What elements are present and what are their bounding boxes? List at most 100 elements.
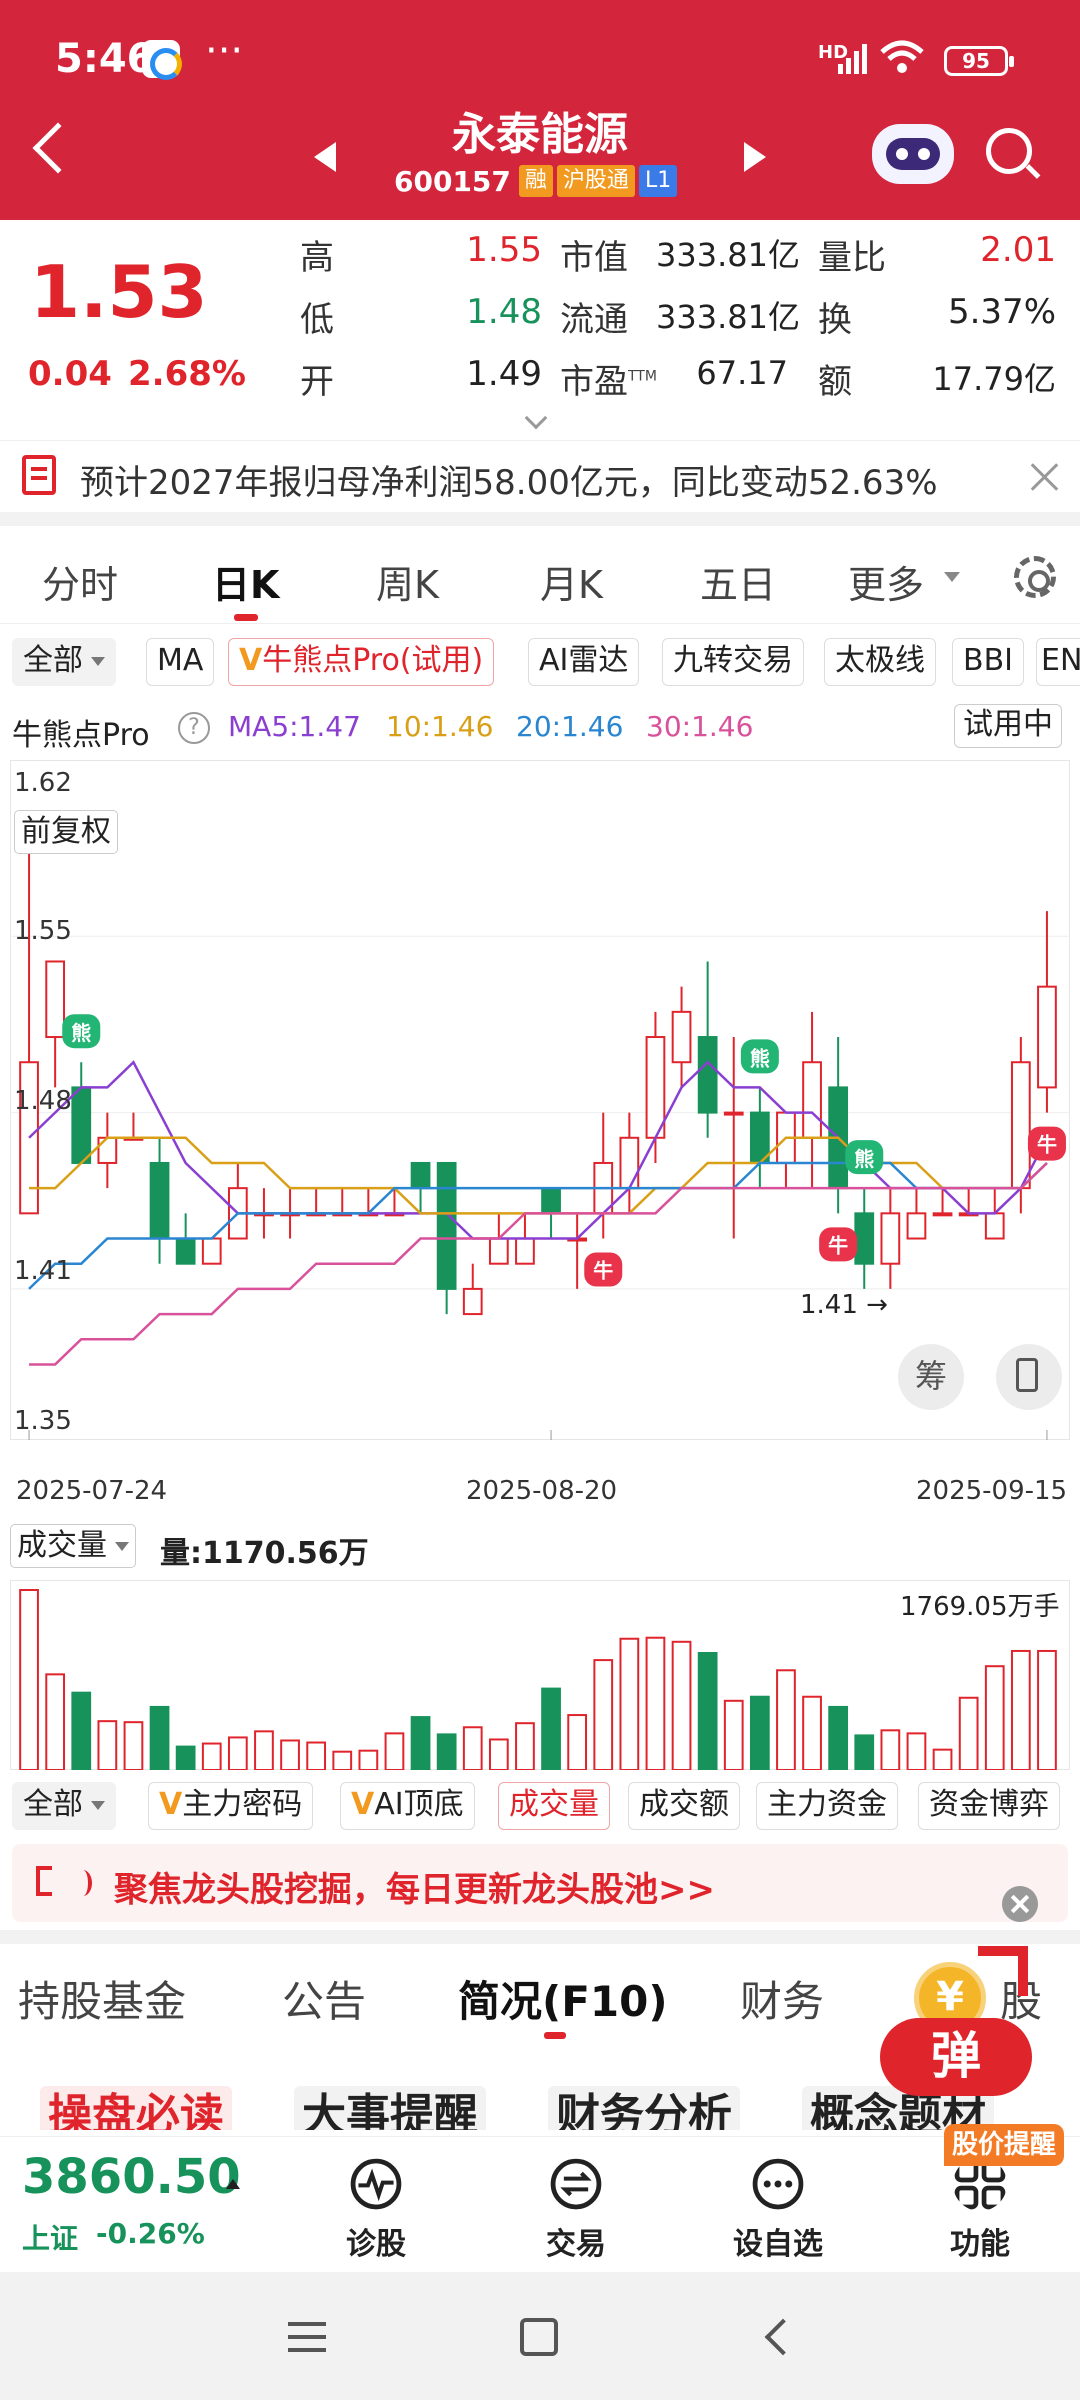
chip-volume[interactable]: 成交量 [498,1782,610,1830]
nav-label: 交易 [546,2227,606,2262]
expand-quote-icon[interactable] [524,406,548,430]
nav-watchlist[interactable]: 设自选 [718,2157,838,2263]
chip-main-code[interactable]: V主力密码 [148,1782,314,1830]
tab-finance[interactable]: 财务 [740,1968,824,2029]
robot-assistant-icon[interactable] [872,124,954,184]
v-mark-icon: V [159,1787,183,1822]
ma10-value: 10:1.46 [386,710,494,743]
next-stock-icon[interactable] [744,142,766,172]
volume-bar [71,1691,92,1770]
index-change: -0.26% [96,2217,205,2250]
adjust-mode-button[interactable]: 前复权 [14,810,118,854]
candle-body [1037,985,1057,1089]
volume-bar [958,1696,979,1770]
indicator-name: 牛熊点Pro [12,718,150,753]
nav-diagnose[interactable]: 诊股 [316,2157,436,2263]
ma10-line [29,1136,1048,1215]
ma5-value: MA5:1.47 [228,710,361,743]
candle-body [697,1036,718,1114]
mktcap-label: 市值 [560,238,628,278]
level-tag: L1 [638,165,678,197]
candlestick-chart[interactable]: 熊熊熊牛牛牛 [10,760,1070,1440]
close-icon[interactable] [1002,1886,1038,1922]
active-tab-indicator [544,2032,566,2039]
volume-bar [854,1734,875,1770]
chip-taiji[interactable]: 太极线 [824,638,936,686]
chip-fund-game[interactable]: 资金博弈 [918,1782,1060,1830]
chip-ai-top-bottom[interactable]: VAI顶底 [340,1782,475,1830]
nav-trade[interactable]: 交易 [516,2157,636,2263]
chip-en[interactable]: EN [1036,638,1080,686]
volume-bar [280,1739,300,1770]
promo-banner[interactable]: 聚焦龙头股挖掘，每日更新龙头股池>> [12,1844,1068,1922]
chip-main-funds[interactable]: 主力资金 [756,1782,898,1830]
wifi-icon [880,40,924,73]
forecast-notice[interactable]: 预计2027年报归母净利润58.00亿元，同比变动52.63% [0,440,1080,510]
signal-icon [838,44,867,74]
gear-icon[interactable] [1014,556,1056,598]
tab-intraday[interactable]: 分时 [42,554,118,609]
ma5-line [28,1060,1049,1240]
promo-button[interactable]: 弹 [880,2018,1032,2096]
stock-subtitle: 600157 融 沪股通 L1 [394,164,678,198]
nav-label: 功能 [950,2227,1010,2262]
chip-bbi[interactable]: BBI [952,638,1025,686]
volume-bar [175,1745,196,1770]
chip-ai-radar[interactable]: AI雷达 [528,638,640,686]
close-icon[interactable] [1026,459,1062,495]
subtab-events[interactable]: 大事提醒 [294,2086,486,2130]
volume-bar [332,1750,353,1770]
volume-bar [436,1733,457,1770]
lower-filter-all[interactable]: 全部 [12,1782,116,1830]
tab-f10[interactable]: 简况(F10) [458,1968,668,2029]
back-icon[interactable] [32,122,84,174]
volume-bar [828,1705,849,1770]
help-icon[interactable]: ? [178,712,210,744]
chip-bull-bear-pro[interactable]: V牛熊点Pro(试用) [228,638,495,686]
tab-holding-funds[interactable]: 持股基金 [18,1968,186,2029]
volume-bar [619,1637,640,1770]
tab-daily-k[interactable]: 日K [212,554,279,609]
price-alert-badge[interactable]: 股价提醒 [944,2124,1065,2166]
menu-icon[interactable] [288,2322,326,2326]
candle-body [932,1212,953,1217]
tab-announcements[interactable]: 公告 [282,1968,366,2029]
volume-bar [227,1736,248,1770]
chip-amount[interactable]: 成交额 [628,1782,740,1830]
volume-bar [567,1714,588,1770]
prev-stock-icon[interactable] [314,142,336,172]
subtab-must-read[interactable]: 操盘必读 [40,2086,232,2130]
hgt-tag: 沪股通 [556,165,635,197]
tab-monthly-k[interactable]: 月K [540,554,603,609]
trial-badge[interactable]: 试用中 [954,704,1062,748]
volume-indicator-select[interactable]: 成交量 [10,1524,136,1568]
chevron-down-icon [115,1542,129,1551]
chip-nine-turn[interactable]: 九转交易 [662,638,804,686]
indicator-chips: 全部 MA V牛熊点Pro(试用) AI雷达 九转交易 太极线 BBI EN [0,634,1080,690]
floating-promo[interactable]: ¥ 弹 [880,1946,1070,2096]
volume-value: 量:1170.56万 [160,1536,369,1571]
x-tick-label: 2025-08-20 [466,1476,618,1506]
ma30-value: 30:1.46 [646,710,754,743]
speaker-waves-icon [74,1870,92,1896]
chip-distribution-button[interactable]: 筹 [898,1344,964,1410]
volume-bar [358,1749,379,1770]
chip-label: 全部 [23,643,83,678]
indicator-filter-all[interactable]: 全部 [12,638,116,686]
system-back-icon[interactable] [764,2318,802,2356]
chip-ma[interactable]: MA [146,638,215,686]
index-value[interactable]: 3860.50 [22,2149,241,2205]
home-icon[interactable] [520,2318,558,2356]
subtab-financial-analysis[interactable]: 财务分析 [548,2086,740,2130]
y-tick-label: 1.35 [14,1406,72,1436]
tab-weekly-k[interactable]: 周K [376,554,439,609]
tab-more[interactable]: 更多 [848,554,924,609]
volume-header: 成交量 量:1170.56万 [0,1520,1080,1576]
tab-five-day[interactable]: 五日 [700,554,776,609]
open-label: 开 [300,362,334,402]
nav-functions[interactable]: 功能 [920,2157,1040,2263]
search-icon[interactable] [986,128,1032,174]
volume-bar [932,1748,953,1770]
candle-body [802,1061,822,1139]
pe-label: 市盈TTM [560,354,657,403]
